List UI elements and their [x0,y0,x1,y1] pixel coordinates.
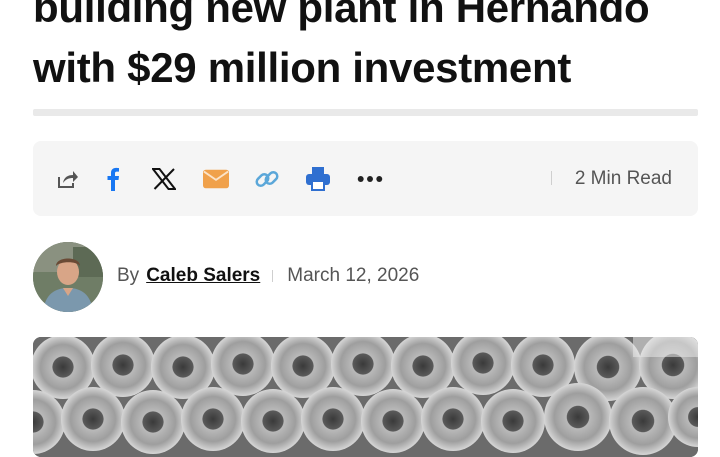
byline: By Caleb Salers March 12, 2026 [117,265,419,287]
headline-line-2: with $29 million investment [33,44,572,91]
facebook-icon[interactable] [100,166,126,192]
email-icon[interactable] [203,166,229,192]
author-link[interactable]: Caleb Salers [146,265,260,287]
headline-line-1: building new plant in Hernando [33,0,650,31]
article-hero-image [33,337,698,457]
link-icon[interactable] [254,166,280,192]
read-time: 2 Min Read [574,168,672,189]
publish-date: March 12, 2026 [287,265,420,286]
headline-divider [33,109,698,116]
byline-by-label: By [117,265,140,286]
print-icon[interactable] [305,166,331,192]
share-bar: 2 Min Read [33,141,698,216]
x-icon[interactable] [151,166,177,192]
article-headline: building new plant in Hernando with $29 … [33,0,713,98]
author-avatar[interactable] [33,242,103,312]
read-time-divider [551,171,552,185]
share-icon[interactable] [55,166,81,192]
byline-divider [272,270,274,282]
more-icon[interactable] [357,166,383,192]
